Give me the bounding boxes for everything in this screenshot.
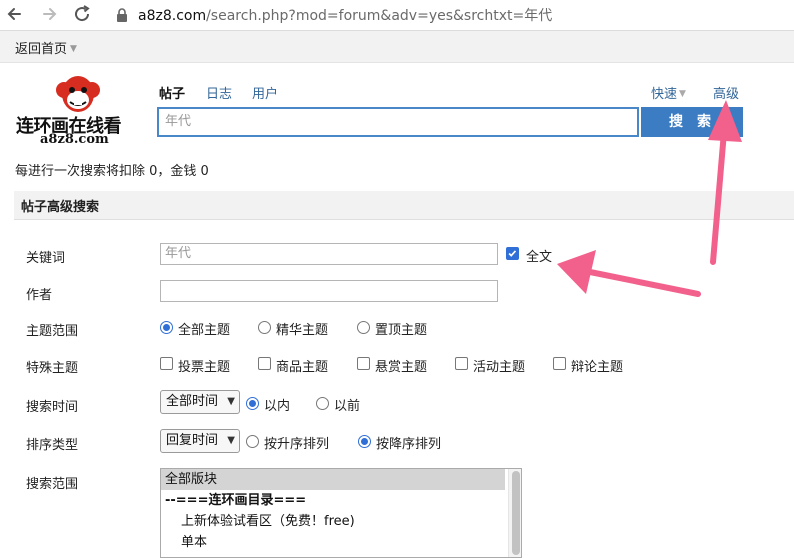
back-home-label: 返回首页 bbox=[15, 42, 68, 57]
checkmark-icon bbox=[508, 250, 517, 257]
special-poll-label: 投票主题 bbox=[178, 360, 231, 375]
quick-search-toggle[interactable]: 快速 ▼ bbox=[651, 83, 686, 102]
browser-toolbar: a8z8.com/search.php?mod=forum&adv=yes&sr… bbox=[0, 0, 794, 31]
order-desc-radio[interactable] bbox=[358, 435, 371, 448]
author-label: 作者 bbox=[26, 288, 53, 303]
time-select-value: 全部时间 bbox=[166, 394, 219, 409]
search-cost-notice: 每进行一次搜索将扣除 0，金钱 0 bbox=[15, 164, 209, 179]
time-label: 搜索时间 bbox=[26, 400, 79, 415]
chevron-down-icon: ▼ bbox=[679, 89, 686, 99]
special-label: 特殊主题 bbox=[26, 361, 79, 376]
tab-blogs[interactable]: 日志 bbox=[206, 83, 232, 102]
arrow-to-fulltext-icon bbox=[557, 250, 701, 297]
scope-label: 主题范围 bbox=[26, 324, 79, 339]
forward-arrow-icon[interactable] bbox=[38, 3, 60, 25]
special-reward-checkbox[interactable] bbox=[357, 357, 370, 370]
special-trade-checkbox[interactable] bbox=[258, 357, 271, 370]
lock-icon bbox=[117, 8, 127, 22]
special-activity-checkbox[interactable] bbox=[455, 357, 468, 370]
section-title: 帖子高级搜索 bbox=[21, 200, 100, 215]
special-debate-label: 辩论主题 bbox=[571, 360, 624, 375]
chevron-down-icon: ▼ bbox=[227, 435, 235, 446]
keyword-label: 关键词 bbox=[26, 251, 66, 266]
time-before-radio[interactable] bbox=[316, 397, 329, 410]
scope-all-label: 全部主题 bbox=[178, 323, 231, 338]
special-reward-label: 悬赏主题 bbox=[375, 360, 428, 375]
special-activity-label: 活动主题 bbox=[473, 360, 526, 375]
listbox-scrollbar-track[interactable] bbox=[508, 469, 521, 557]
time-within-label: 以内 bbox=[264, 399, 291, 414]
range-label: 搜索范围 bbox=[26, 477, 79, 492]
back-home-link[interactable]: 返回首页 ▼ bbox=[15, 38, 77, 57]
back-arrow-icon[interactable] bbox=[5, 3, 27, 25]
search-input[interactable]: 年代 bbox=[157, 107, 639, 137]
special-debate-checkbox[interactable] bbox=[553, 357, 566, 370]
quick-search-label: 快速 bbox=[651, 87, 678, 102]
forum-range-listbox[interactable]: 全部版块 --===连环画目录=== 上新体验试看区（免费！free) 单本 bbox=[160, 468, 522, 558]
order-asc-radio[interactable] bbox=[246, 435, 259, 448]
special-trade-label: 商品主题 bbox=[276, 360, 329, 375]
chevron-down-icon: ▼ bbox=[70, 44, 77, 54]
order-label: 排序类型 bbox=[26, 438, 79, 453]
keyword-input[interactable]: 年代 bbox=[160, 243, 498, 265]
list-item[interactable]: 上新体验试看区（免费！free) bbox=[161, 511, 521, 532]
logo-domain: a8z8.com bbox=[40, 132, 109, 147]
reload-icon[interactable] bbox=[71, 3, 93, 25]
order-select-value: 回复时间 bbox=[166, 433, 219, 448]
advanced-search-link[interactable]: 高级 bbox=[713, 83, 739, 102]
list-item[interactable]: 全部版块 bbox=[161, 469, 505, 490]
scope-sticky-label: 置顶主题 bbox=[375, 323, 428, 338]
fulltext-label: 全文 bbox=[526, 250, 553, 265]
author-input[interactable] bbox=[160, 280, 498, 302]
time-within-radio[interactable] bbox=[246, 397, 259, 410]
time-before-label: 以前 bbox=[334, 399, 361, 414]
scope-sticky-radio[interactable] bbox=[357, 321, 370, 334]
list-item[interactable]: 单本 bbox=[161, 532, 521, 553]
tab-users[interactable]: 用户 bbox=[252, 83, 278, 102]
site-topbar: 返回首页 ▼ bbox=[0, 31, 794, 63]
tab-posts[interactable]: 帖子 bbox=[159, 83, 185, 102]
url-host: a8z8.com bbox=[138, 8, 207, 24]
chevron-down-icon: ▼ bbox=[227, 396, 235, 407]
address-bar[interactable]: a8z8.com/search.php?mod=forum&adv=yes&sr… bbox=[138, 5, 552, 25]
list-item[interactable]: --===连环画目录=== bbox=[161, 490, 521, 511]
scope-digest-label: 精华主题 bbox=[276, 323, 329, 338]
time-select[interactable]: 全部时间 ▼ bbox=[160, 390, 240, 414]
section-header: 帖子高级搜索 bbox=[14, 191, 794, 220]
special-poll-checkbox[interactable] bbox=[160, 357, 173, 370]
order-asc-label: 按升序排列 bbox=[264, 437, 330, 452]
order-select[interactable]: 回复时间 ▼ bbox=[160, 429, 240, 453]
url-path: /search.php?mod=forum&adv=yes&srchtxt=年代 bbox=[206, 8, 553, 24]
order-desc-label: 按降序排列 bbox=[376, 437, 442, 452]
scope-all-radio[interactable] bbox=[160, 321, 173, 334]
fulltext-checkbox[interactable] bbox=[506, 247, 519, 260]
scope-digest-radio[interactable] bbox=[258, 321, 271, 334]
search-button[interactable]: 搜索 bbox=[641, 107, 743, 137]
listbox-scrollbar-thumb[interactable] bbox=[512, 471, 520, 555]
